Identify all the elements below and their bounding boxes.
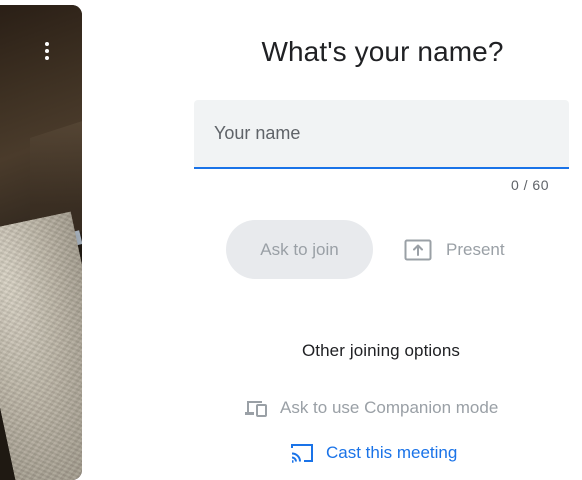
companion-mode-option[interactable]: Ask to use Companion mode xyxy=(244,394,498,422)
companion-mode-label: Ask to use Companion mode xyxy=(280,398,499,417)
name-input[interactable] xyxy=(194,100,569,167)
cast-meeting-button[interactable]: Cast this meeting xyxy=(290,439,457,467)
name-field[interactable] xyxy=(194,100,569,169)
camera-preview xyxy=(0,5,82,480)
character-counter: 0 / 60 xyxy=(510,177,549,193)
devices-icon xyxy=(245,401,267,417)
present-to-all-icon xyxy=(404,239,432,261)
present-button[interactable]: Present xyxy=(395,228,520,272)
ask-to-join-button[interactable]: Ask to join xyxy=(226,220,373,279)
present-label: Present xyxy=(446,240,505,259)
other-joining-options-heading: Other joining options xyxy=(301,341,461,360)
more-vert-icon xyxy=(45,42,49,46)
page-title: What's your name? xyxy=(261,36,504,67)
more-options-button[interactable] xyxy=(36,35,58,67)
cast-icon xyxy=(291,444,313,463)
preview-fabric xyxy=(0,211,82,480)
cast-label: Cast this meeting xyxy=(326,443,458,462)
